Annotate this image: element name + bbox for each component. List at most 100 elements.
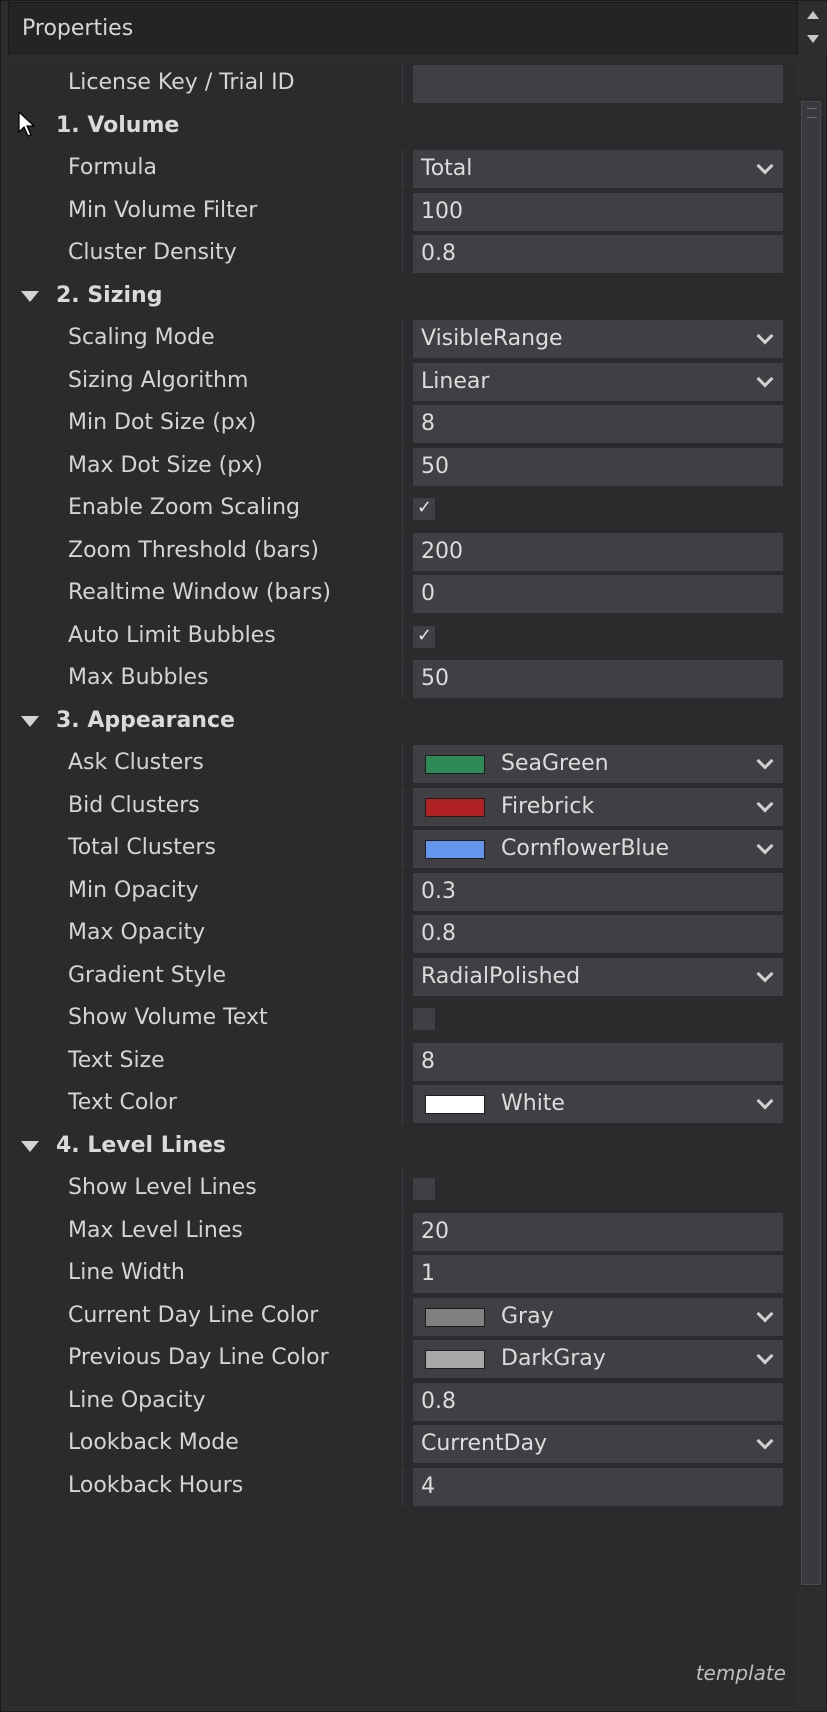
column-divider[interactable] xyxy=(402,1296,403,1337)
column-divider[interactable] xyxy=(402,1339,403,1379)
property-input[interactable] xyxy=(413,65,783,103)
column-divider[interactable] xyxy=(402,149,403,189)
color-swatch xyxy=(425,1350,485,1369)
column-divider[interactable] xyxy=(402,829,403,869)
chevron-down-icon[interactable] xyxy=(756,1305,774,1322)
column-divider[interactable] xyxy=(402,616,403,657)
property-input[interactable]: 0 xyxy=(413,575,783,613)
property-input[interactable]: 0.8 xyxy=(413,1382,783,1421)
column-divider[interactable] xyxy=(402,786,403,827)
category-label: 3. Appearance xyxy=(56,707,235,733)
column-divider[interactable] xyxy=(402,956,403,997)
property-input[interactable]: 200 xyxy=(413,532,783,571)
category-row[interactable]: 4. Level Lines xyxy=(8,1124,796,1170)
category-row[interactable]: 1. Volume xyxy=(8,104,796,150)
category-label: 1. Volume xyxy=(56,112,180,138)
chevron-down-icon[interactable] xyxy=(756,795,774,812)
color-picker[interactable]: Gray xyxy=(413,1297,783,1336)
column-divider[interactable] xyxy=(402,1466,403,1507)
chevron-down-icon[interactable] xyxy=(756,837,774,855)
property-input[interactable]: 50 xyxy=(413,447,783,486)
property-label: Auto Limit Bubbles xyxy=(68,622,276,648)
property-row: Previous Day Line Color DarkGray xyxy=(8,1336,796,1382)
column-divider[interactable] xyxy=(402,1254,403,1294)
column-divider[interactable] xyxy=(402,659,403,699)
property-label: Lookback Hours xyxy=(68,1472,244,1498)
property-input[interactable]: 4 xyxy=(413,1467,783,1506)
column-divider[interactable] xyxy=(402,1211,403,1252)
property-dropdown[interactable]: VisibleRange xyxy=(413,320,783,358)
property-input[interactable]: 100 xyxy=(413,192,783,231)
property-value: Linear xyxy=(421,368,490,394)
column-divider[interactable] xyxy=(402,1041,403,1082)
color-picker[interactable]: White xyxy=(413,1085,783,1123)
column-divider[interactable] xyxy=(402,574,403,614)
property-label: Line Opacity xyxy=(68,1387,206,1413)
header-scroll-buttons[interactable] xyxy=(799,2,827,54)
property-input[interactable]: 50 xyxy=(413,660,783,698)
expand-arrow-icon[interactable] xyxy=(21,290,39,302)
column-divider[interactable] xyxy=(402,1424,403,1464)
column-divider[interactable] xyxy=(402,744,403,784)
column-divider[interactable] xyxy=(402,489,403,529)
property-input[interactable]: 0.8 xyxy=(413,235,783,273)
column-divider[interactable] xyxy=(402,914,403,954)
property-input[interactable]: 1 xyxy=(413,1255,783,1293)
column-divider[interactable] xyxy=(402,361,403,402)
column-divider[interactable] xyxy=(402,1381,403,1422)
column-divider[interactable] xyxy=(402,999,403,1039)
chevron-down-icon[interactable] xyxy=(756,1347,774,1365)
chevron-down-icon[interactable] xyxy=(756,965,774,982)
property-dropdown[interactable]: CurrentDay xyxy=(413,1425,783,1463)
column-divider[interactable] xyxy=(402,319,403,359)
property-checkbox[interactable]: ✓ xyxy=(413,625,435,648)
property-value: 4 xyxy=(421,1473,435,1499)
column-divider[interactable] xyxy=(402,446,403,487)
property-dropdown[interactable]: Linear xyxy=(413,362,783,401)
color-picker[interactable]: CornflowerBlue xyxy=(413,830,783,868)
chevron-down-icon[interactable] xyxy=(756,157,774,175)
property-label: Formula xyxy=(68,155,157,180)
property-checkbox[interactable]: ✓ xyxy=(413,497,435,520)
color-swatch xyxy=(425,840,485,859)
column-divider[interactable] xyxy=(402,234,403,274)
color-picker[interactable]: SeaGreen xyxy=(413,745,783,783)
property-row: Max Level Lines 20 xyxy=(8,1209,796,1255)
chevron-down-icon[interactable] xyxy=(756,1092,774,1110)
chevron-down-icon[interactable] xyxy=(756,327,774,345)
property-input[interactable]: 0.3 xyxy=(413,872,783,911)
chevron-down-icon[interactable] xyxy=(756,1432,774,1450)
scroll-up-icon[interactable] xyxy=(807,11,819,19)
color-picker[interactable]: DarkGray xyxy=(413,1340,783,1378)
category-label: 2. Sizing xyxy=(56,282,163,308)
property-checkbox[interactable] xyxy=(413,1178,435,1200)
property-dropdown[interactable]: RadialPolished xyxy=(413,957,783,996)
column-divider[interactable] xyxy=(402,191,403,232)
category-row[interactable]: 2. Sizing xyxy=(8,274,796,320)
property-row: Max Dot Size (px) 50 xyxy=(8,444,796,490)
chevron-down-icon[interactable] xyxy=(756,370,774,387)
scrollbar-thumb[interactable] xyxy=(801,101,821,1585)
expand-arrow-icon[interactable] xyxy=(21,715,39,727)
color-picker[interactable]: Firebrick xyxy=(413,787,783,826)
category-row[interactable]: 3. Appearance xyxy=(8,699,796,745)
panel-header: Properties xyxy=(8,2,798,54)
column-divider[interactable] xyxy=(402,64,403,104)
panel-title: Properties xyxy=(22,16,134,41)
property-value: 8 xyxy=(421,411,435,436)
column-divider[interactable] xyxy=(402,1084,403,1124)
chevron-down-icon[interactable] xyxy=(756,752,774,770)
column-divider[interactable] xyxy=(402,404,403,444)
property-input[interactable]: 0.8 xyxy=(413,915,783,953)
property-input[interactable]: 8 xyxy=(413,405,783,443)
property-dropdown[interactable]: Total xyxy=(413,150,783,188)
vertical-scrollbar[interactable] xyxy=(798,97,824,1587)
expand-arrow-icon[interactable] xyxy=(21,1140,39,1152)
column-divider[interactable] xyxy=(402,531,403,572)
property-input[interactable]: 20 xyxy=(413,1212,783,1251)
property-input[interactable]: 8 xyxy=(413,1042,783,1081)
column-divider[interactable] xyxy=(402,871,403,912)
column-divider[interactable] xyxy=(402,1169,403,1209)
scroll-down-icon[interactable] xyxy=(807,35,819,43)
property-checkbox[interactable] xyxy=(413,1008,435,1030)
